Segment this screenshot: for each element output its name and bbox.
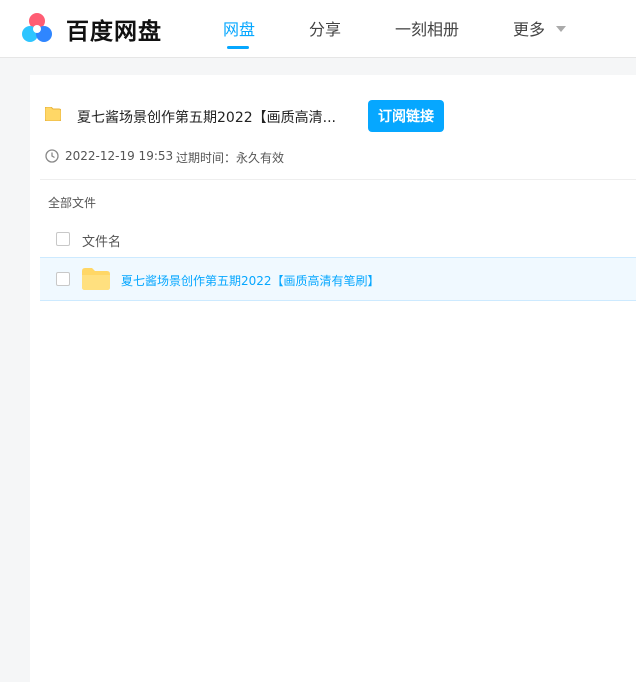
expire-time: 过期时间：永久有效 bbox=[176, 151, 285, 165]
column-header-filename[interactable]: 文件名 bbox=[82, 231, 121, 250]
nav-album[interactable]: 一刻相册 bbox=[395, 16, 459, 40]
divider bbox=[40, 179, 636, 180]
share-date: 2022-12-19 19:53 bbox=[65, 149, 174, 163]
table-row[interactable]: 夏七酱场景创作第五期2022【画质高清有笔刷】 bbox=[40, 257, 636, 301]
folder-icon bbox=[82, 268, 110, 290]
share-panel: 夏七酱场景创作第五期2022【画质高清... 订阅链接 2022-12-19 1… bbox=[30, 75, 636, 682]
nav-share[interactable]: 分享 bbox=[309, 16, 341, 40]
share-title: 夏七酱场景创作第五期2022【画质高清... bbox=[77, 110, 336, 126]
clock-icon bbox=[45, 149, 59, 163]
row-checkbox[interactable] bbox=[56, 272, 70, 286]
breadcrumb-all-files[interactable]: 全部文件 bbox=[48, 194, 96, 211]
nav-active-indicator bbox=[227, 46, 249, 49]
subscribe-link-button[interactable]: 订阅链接 bbox=[368, 100, 444, 132]
nav-more[interactable]: 更多 bbox=[513, 16, 545, 40]
select-all-checkbox[interactable] bbox=[56, 232, 70, 246]
table-header: 文件名 bbox=[40, 220, 636, 257]
nav-netdisk[interactable]: 网盘 bbox=[223, 16, 255, 40]
folder-icon bbox=[45, 107, 61, 121]
brand-name[interactable]: 百度网盘 bbox=[66, 12, 162, 46]
top-bar: 百度网盘 网盘 分享 一刻相册 更多 bbox=[0, 0, 636, 58]
file-name-link[interactable]: 夏七酱场景创作第五期2022【画质高清有笔刷】 bbox=[121, 272, 380, 289]
chevron-down-icon[interactable] bbox=[556, 26, 566, 32]
